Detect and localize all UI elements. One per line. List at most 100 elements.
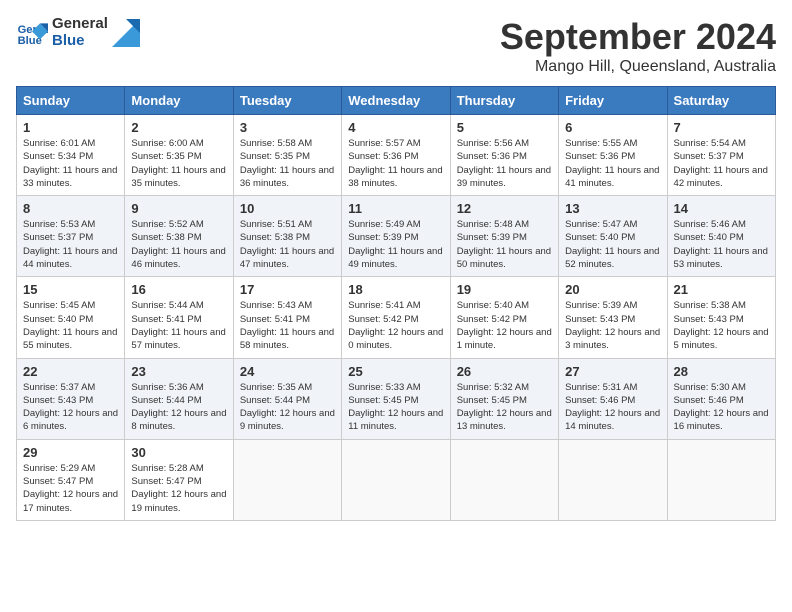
- day-number: 27: [565, 364, 660, 379]
- logo: General Blue General Blue: [16, 16, 140, 49]
- calendar-day-cell: [450, 439, 558, 520]
- day-info: Sunrise: 5:33 AM Sunset: 5:45 PM Dayligh…: [348, 381, 443, 434]
- day-info: Sunrise: 6:01 AM Sunset: 5:34 PM Dayligh…: [23, 137, 118, 190]
- calendar-day-cell: 3 Sunrise: 5:58 AM Sunset: 5:35 PM Dayli…: [233, 115, 341, 196]
- calendar-day-cell: [667, 439, 775, 520]
- day-number: 18: [348, 282, 443, 297]
- logo-text-general: General: [52, 16, 108, 33]
- day-number: 11: [348, 201, 443, 216]
- weekday-header: Wednesday: [342, 87, 450, 115]
- day-number: 25: [348, 364, 443, 379]
- calendar-day-cell: 28 Sunrise: 5:30 AM Sunset: 5:46 PM Dayl…: [667, 358, 775, 439]
- weekday-header: Thursday: [450, 87, 558, 115]
- calendar-day-cell: 15 Sunrise: 5:45 AM Sunset: 5:40 PM Dayl…: [17, 277, 125, 358]
- day-number: 5: [457, 120, 552, 135]
- calendar-day-cell: 20 Sunrise: 5:39 AM Sunset: 5:43 PM Dayl…: [559, 277, 667, 358]
- calendar-day-cell: 2 Sunrise: 6:00 AM Sunset: 5:35 PM Dayli…: [125, 115, 233, 196]
- day-number: 28: [674, 364, 769, 379]
- calendar-day-cell: 8 Sunrise: 5:53 AM Sunset: 5:37 PM Dayli…: [17, 196, 125, 277]
- calendar-day-cell: 13 Sunrise: 5:47 AM Sunset: 5:40 PM Dayl…: [559, 196, 667, 277]
- day-number: 30: [131, 445, 226, 460]
- title-block: September 2024 Mango Hill, Queensland, A…: [500, 16, 776, 76]
- day-info: Sunrise: 5:48 AM Sunset: 5:39 PM Dayligh…: [457, 218, 552, 271]
- calendar-day-cell: 30 Sunrise: 5:28 AM Sunset: 5:47 PM Dayl…: [125, 439, 233, 520]
- day-info: Sunrise: 6:00 AM Sunset: 5:35 PM Dayligh…: [131, 137, 226, 190]
- day-number: 2: [131, 120, 226, 135]
- calendar-day-cell: 21 Sunrise: 5:38 AM Sunset: 5:43 PM Dayl…: [667, 277, 775, 358]
- calendar-day-cell: 10 Sunrise: 5:51 AM Sunset: 5:38 PM Dayl…: [233, 196, 341, 277]
- day-info: Sunrise: 5:39 AM Sunset: 5:43 PM Dayligh…: [565, 299, 660, 352]
- day-info: Sunrise: 5:31 AM Sunset: 5:46 PM Dayligh…: [565, 381, 660, 434]
- weekday-header: Monday: [125, 87, 233, 115]
- calendar-day-cell: 9 Sunrise: 5:52 AM Sunset: 5:38 PM Dayli…: [125, 196, 233, 277]
- day-number: 10: [240, 201, 335, 216]
- day-number: 24: [240, 364, 335, 379]
- day-number: 9: [131, 201, 226, 216]
- calendar-week-row: 15 Sunrise: 5:45 AM Sunset: 5:40 PM Dayl…: [17, 277, 776, 358]
- day-number: 7: [674, 120, 769, 135]
- calendar-day-cell: [233, 439, 341, 520]
- day-info: Sunrise: 5:36 AM Sunset: 5:44 PM Dayligh…: [131, 381, 226, 434]
- calendar-day-cell: 12 Sunrise: 5:48 AM Sunset: 5:39 PM Dayl…: [450, 196, 558, 277]
- day-info: Sunrise: 5:52 AM Sunset: 5:38 PM Dayligh…: [131, 218, 226, 271]
- day-number: 4: [348, 120, 443, 135]
- day-info: Sunrise: 5:51 AM Sunset: 5:38 PM Dayligh…: [240, 218, 335, 271]
- day-info: Sunrise: 5:54 AM Sunset: 5:37 PM Dayligh…: [674, 137, 769, 190]
- calendar-day-cell: 11 Sunrise: 5:49 AM Sunset: 5:39 PM Dayl…: [342, 196, 450, 277]
- calendar-day-cell: 6 Sunrise: 5:55 AM Sunset: 5:36 PM Dayli…: [559, 115, 667, 196]
- day-info: Sunrise: 5:35 AM Sunset: 5:44 PM Dayligh…: [240, 381, 335, 434]
- calendar-week-row: 8 Sunrise: 5:53 AM Sunset: 5:37 PM Dayli…: [17, 196, 776, 277]
- calendar-week-row: 22 Sunrise: 5:37 AM Sunset: 5:43 PM Dayl…: [17, 358, 776, 439]
- page-header: General Blue General Blue September 2024…: [16, 16, 776, 76]
- calendar-day-cell: 1 Sunrise: 6:01 AM Sunset: 5:34 PM Dayli…: [17, 115, 125, 196]
- calendar-day-cell: 26 Sunrise: 5:32 AM Sunset: 5:45 PM Dayl…: [450, 358, 558, 439]
- day-info: Sunrise: 5:44 AM Sunset: 5:41 PM Dayligh…: [131, 299, 226, 352]
- day-info: Sunrise: 5:56 AM Sunset: 5:36 PM Dayligh…: [457, 137, 552, 190]
- calendar-day-cell: [342, 439, 450, 520]
- day-info: Sunrise: 5:28 AM Sunset: 5:47 PM Dayligh…: [131, 462, 226, 515]
- location: Mango Hill, Queensland, Australia: [500, 58, 776, 76]
- calendar-table: SundayMondayTuesdayWednesdayThursdayFrid…: [16, 86, 776, 521]
- day-info: Sunrise: 5:37 AM Sunset: 5:43 PM Dayligh…: [23, 381, 118, 434]
- day-info: Sunrise: 5:57 AM Sunset: 5:36 PM Dayligh…: [348, 137, 443, 190]
- day-number: 17: [240, 282, 335, 297]
- day-info: Sunrise: 5:49 AM Sunset: 5:39 PM Dayligh…: [348, 218, 443, 271]
- day-info: Sunrise: 5:41 AM Sunset: 5:42 PM Dayligh…: [348, 299, 443, 352]
- calendar-day-cell: 17 Sunrise: 5:43 AM Sunset: 5:41 PM Dayl…: [233, 277, 341, 358]
- day-info: Sunrise: 5:43 AM Sunset: 5:41 PM Dayligh…: [240, 299, 335, 352]
- calendar-day-cell: 16 Sunrise: 5:44 AM Sunset: 5:41 PM Dayl…: [125, 277, 233, 358]
- calendar-day-cell: 4 Sunrise: 5:57 AM Sunset: 5:36 PM Dayli…: [342, 115, 450, 196]
- day-number: 29: [23, 445, 118, 460]
- logo-icon: General Blue: [16, 17, 48, 49]
- day-number: 8: [23, 201, 118, 216]
- calendar-week-row: 29 Sunrise: 5:29 AM Sunset: 5:47 PM Dayl…: [17, 439, 776, 520]
- day-number: 15: [23, 282, 118, 297]
- day-number: 22: [23, 364, 118, 379]
- calendar-day-cell: 19 Sunrise: 5:40 AM Sunset: 5:42 PM Dayl…: [450, 277, 558, 358]
- weekday-header: Friday: [559, 87, 667, 115]
- calendar-day-cell: 18 Sunrise: 5:41 AM Sunset: 5:42 PM Dayl…: [342, 277, 450, 358]
- day-number: 21: [674, 282, 769, 297]
- calendar-day-cell: 24 Sunrise: 5:35 AM Sunset: 5:44 PM Dayl…: [233, 358, 341, 439]
- day-number: 23: [131, 364, 226, 379]
- logo-text-blue: Blue: [52, 33, 108, 50]
- calendar-day-cell: 22 Sunrise: 5:37 AM Sunset: 5:43 PM Dayl…: [17, 358, 125, 439]
- day-info: Sunrise: 5:29 AM Sunset: 5:47 PM Dayligh…: [23, 462, 118, 515]
- weekday-header: Tuesday: [233, 87, 341, 115]
- day-info: Sunrise: 5:55 AM Sunset: 5:36 PM Dayligh…: [565, 137, 660, 190]
- calendar-week-row: 1 Sunrise: 6:01 AM Sunset: 5:34 PM Dayli…: [17, 115, 776, 196]
- day-number: 3: [240, 120, 335, 135]
- calendar-day-cell: 14 Sunrise: 5:46 AM Sunset: 5:40 PM Dayl…: [667, 196, 775, 277]
- month-title: September 2024: [500, 16, 776, 58]
- weekday-header: Saturday: [667, 87, 775, 115]
- logo-triangle-icon: [112, 19, 140, 47]
- day-info: Sunrise: 5:53 AM Sunset: 5:37 PM Dayligh…: [23, 218, 118, 271]
- calendar-day-cell: 27 Sunrise: 5:31 AM Sunset: 5:46 PM Dayl…: [559, 358, 667, 439]
- day-number: 20: [565, 282, 660, 297]
- day-info: Sunrise: 5:40 AM Sunset: 5:42 PM Dayligh…: [457, 299, 552, 352]
- day-info: Sunrise: 5:46 AM Sunset: 5:40 PM Dayligh…: [674, 218, 769, 271]
- calendar-day-cell: 23 Sunrise: 5:36 AM Sunset: 5:44 PM Dayl…: [125, 358, 233, 439]
- day-number: 14: [674, 201, 769, 216]
- day-info: Sunrise: 5:58 AM Sunset: 5:35 PM Dayligh…: [240, 137, 335, 190]
- calendar-day-cell: 7 Sunrise: 5:54 AM Sunset: 5:37 PM Dayli…: [667, 115, 775, 196]
